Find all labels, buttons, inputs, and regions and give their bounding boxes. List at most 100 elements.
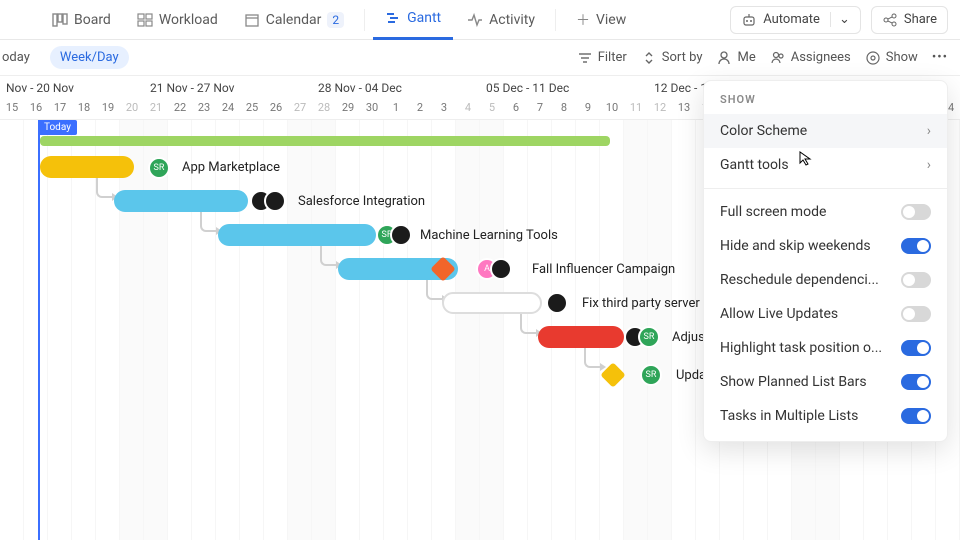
panel-item-label: Reschedule dependenci... [720, 272, 879, 288]
month-cell: 28 Nov - 04 Dec [312, 76, 480, 98]
toggle-switch[interactable] [901, 306, 931, 322]
task-label: App Marketplace [182, 160, 280, 175]
panel-toggle-row[interactable]: Show Planned List Bars [704, 365, 947, 399]
day-cell: 7 [528, 98, 552, 119]
avatar[interactable]: SR [638, 326, 660, 348]
me-filter[interactable]: Me [716, 50, 755, 66]
sortby-button[interactable]: Sort by [641, 50, 703, 66]
avatar[interactable] [264, 190, 286, 212]
tab-workload[interactable]: Workload [125, 0, 230, 40]
avatar[interactable]: SR [148, 157, 170, 179]
tab-workload-label: Workload [159, 12, 218, 28]
automate-label: Automate [763, 12, 820, 27]
day-cell: 27 [288, 98, 312, 119]
show-label: Show [886, 50, 918, 65]
board-icon [52, 12, 68, 28]
avatar[interactable] [390, 224, 412, 246]
tab-board[interactable]: Board [40, 0, 123, 40]
toggle-switch[interactable] [901, 238, 931, 254]
day-cell: 12 [648, 98, 672, 119]
share-button[interactable]: Share [871, 6, 948, 34]
avatar[interactable] [546, 292, 568, 314]
today-flag: Today [38, 120, 77, 135]
assignees-button[interactable]: Assignees [770, 50, 851, 66]
panel-toggle-row[interactable]: Hide and skip weekends [704, 229, 947, 263]
workload-icon [137, 12, 153, 28]
divider [555, 9, 556, 31]
chevron-right-icon: › [927, 123, 931, 139]
task-bar-fix-server[interactable] [442, 292, 542, 314]
day-cell: 19 [96, 98, 120, 119]
grid-column [0, 120, 24, 540]
gantt-toolbar: oday Week/Day Filter Sort by Me Assignee… [0, 40, 960, 76]
grid-column [192, 120, 216, 540]
more-button[interactable]: ••• [932, 50, 948, 65]
day-cell: 8 [552, 98, 576, 119]
panel-toggle-row[interactable]: Allow Live Updates [704, 297, 947, 331]
share-label: Share [904, 12, 937, 27]
show-button[interactable]: Show [865, 50, 918, 66]
grid-column [24, 120, 48, 540]
people-icon [770, 50, 786, 66]
day-cell: 28 [312, 98, 336, 119]
grid-column [408, 120, 432, 540]
day-cell: 2 [408, 98, 432, 119]
grid-column [312, 120, 336, 540]
avatar[interactable] [490, 258, 512, 280]
day-cell: 17 [48, 98, 72, 119]
panel-toggle-row[interactable]: Tasks in Multiple Lists [704, 399, 947, 433]
tab-calendar[interactable]: Calendar 2 [232, 0, 356, 40]
panel-color-scheme[interactable]: Color Scheme › [704, 114, 947, 148]
panel-toggle-row[interactable]: Highlight task position o... [704, 331, 947, 365]
filter-button[interactable]: Filter [577, 50, 627, 66]
grid-column [240, 120, 264, 540]
toggle-switch[interactable] [901, 374, 931, 390]
toggle-switch[interactable] [901, 340, 931, 356]
tab-activity-label: Activity [489, 12, 535, 28]
day-cell: 4 [456, 98, 480, 119]
grid-column [48, 120, 72, 540]
avatar[interactable]: SR [640, 364, 662, 386]
task-bar-app-marketplace[interactable] [40, 156, 134, 178]
task-bar-adjust[interactable] [538, 326, 624, 348]
task-bar-ml-tools[interactable] [218, 224, 376, 246]
today-button[interactable]: oday [0, 46, 40, 69]
toggle-switch[interactable] [901, 408, 931, 424]
grid-column [144, 120, 168, 540]
weekday-toggle[interactable]: Week/Day [50, 46, 129, 69]
settings-icon [865, 50, 881, 66]
task-label: Fix third party server [582, 296, 700, 311]
day-cell: 23 [192, 98, 216, 119]
day-cell: 20 [120, 98, 144, 119]
tab-board-label: Board [74, 12, 111, 28]
panel-item-label: Show Planned List Bars [720, 374, 867, 390]
summary-bar[interactable] [40, 136, 610, 146]
grid-column [264, 120, 288, 540]
day-cell: 26 [264, 98, 288, 119]
panel-item-label: Hide and skip weekends [720, 238, 871, 254]
day-cell: 24 [216, 98, 240, 119]
tab-gantt[interactable]: Gantt [373, 0, 453, 40]
filter-icon [577, 50, 593, 66]
day-cell: 10 [600, 98, 624, 119]
toggle-switch[interactable] [901, 204, 931, 220]
calendar-badge: 2 [327, 12, 344, 28]
toggle-switch[interactable] [901, 272, 931, 288]
day-cell: 9 [576, 98, 600, 119]
chevron-down-icon[interactable]: ⌄ [830, 12, 850, 27]
day-cell: 13 [672, 98, 696, 119]
chevron-right-icon: › [927, 157, 931, 173]
dependency-arrow [320, 246, 336, 266]
add-view-button[interactable]: ＋ View [564, 0, 638, 40]
grid-column [432, 120, 456, 540]
panel-gantt-tools[interactable]: Gantt tools › [704, 148, 947, 182]
automate-button[interactable]: Automate ⌄ [730, 6, 861, 34]
task-bar-salesforce[interactable] [114, 190, 248, 212]
month-cell: 05 Dec - 11 Dec [480, 76, 648, 98]
panel-toggle-row[interactable]: Full screen mode [704, 195, 947, 229]
panel-toggle-row[interactable]: Reschedule dependenci... [704, 263, 947, 297]
panel-item-label: Full screen mode [720, 204, 826, 220]
tab-activity[interactable]: Activity [455, 0, 547, 40]
activity-icon [467, 12, 483, 28]
panel-item-label: Highlight task position o... [720, 340, 882, 356]
